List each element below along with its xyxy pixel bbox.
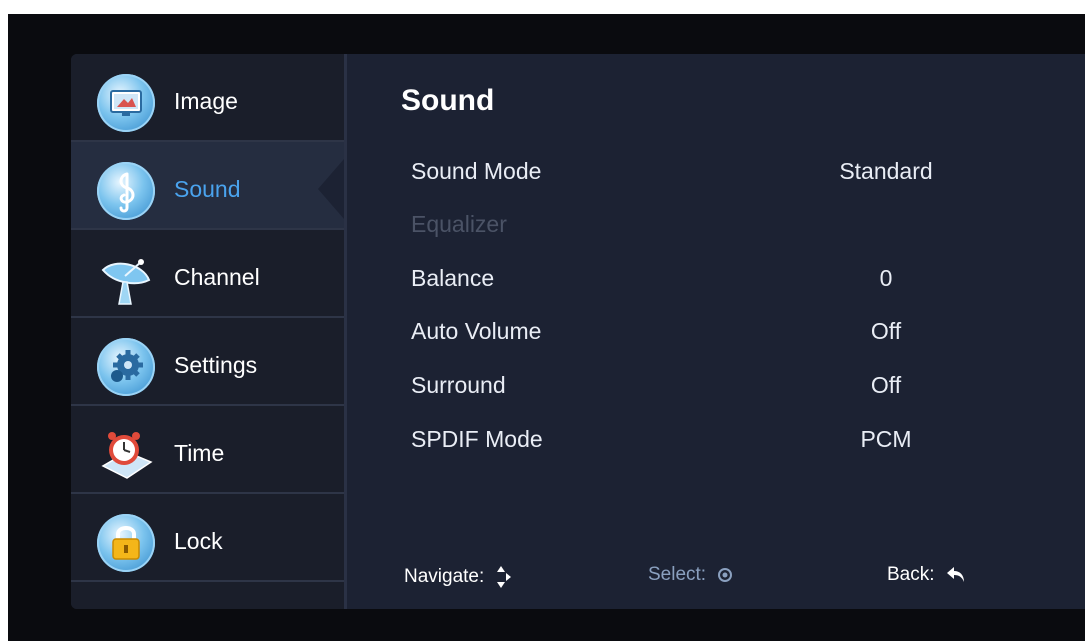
setting-row-equalizer: Equalizer: [411, 203, 1011, 247]
active-item-pointer: [318, 159, 344, 219]
setting-value: 0: [879, 265, 893, 291]
setting-value: Standard: [839, 158, 933, 184]
tv-screen: Image Sound Channel Settings Time Lock S…: [8, 14, 1085, 641]
navigate-hint-label: Navigate:: [404, 566, 485, 588]
sidebar-item-label: Settings: [174, 352, 258, 378]
ok-button-icon: [718, 567, 733, 582]
satellite-dish-icon: [97, 250, 155, 308]
sidebar-item-lock[interactable]: Lock: [71, 494, 344, 582]
footer-hints: Navigate: Select: Back:: [404, 562, 1044, 592]
settings-menu: Image Sound Channel Settings Time Lock S…: [71, 54, 1085, 609]
sidebar-item-sound[interactable]: Sound: [71, 142, 344, 230]
sidebar-item-label: Time: [174, 440, 225, 466]
setting-row-sound-mode[interactable]: Sound Mode Standard: [411, 150, 1011, 194]
page-title: Sound: [401, 84, 495, 117]
setting-label: Auto Volume: [411, 318, 542, 344]
setting-row-surround[interactable]: Surround Off: [411, 364, 1011, 408]
setting-label: Surround: [411, 372, 506, 398]
setting-value: Off: [870, 318, 902, 344]
back-hint-label: Back:: [887, 564, 935, 585]
alarm-clock-icon: [97, 426, 155, 484]
sidebar-item-time[interactable]: Time: [71, 406, 344, 494]
navigate-hint: Navigate:: [404, 564, 512, 590]
sidebar: Image Sound Channel Settings Time Lock: [71, 54, 344, 609]
setting-row-balance[interactable]: Balance 0: [411, 257, 1011, 301]
sidebar-item-channel[interactable]: Channel: [71, 230, 344, 318]
back-hint: Back:: [887, 564, 966, 586]
setting-label: Balance: [411, 265, 495, 291]
setting-label: Sound Mode: [411, 158, 542, 184]
tv-icon: [97, 74, 155, 132]
sidebar-item-label: Channel: [174, 264, 260, 290]
sidebar-item-label: Lock: [174, 528, 223, 554]
music-note-icon: [97, 162, 155, 220]
sidebar-item-image[interactable]: Image: [71, 54, 344, 142]
setting-row-auto-volume[interactable]: Auto Volume Off: [411, 310, 1011, 354]
lock-icon: [97, 514, 155, 572]
setting-label: SPDIF Mode: [411, 426, 543, 452]
sidebar-item-settings[interactable]: Settings: [71, 318, 344, 406]
select-hint: Select:: [648, 564, 733, 586]
back-arrow-icon: [946, 566, 964, 582]
navigate-arrows-icon: [496, 566, 511, 588]
gear-icon: [97, 338, 155, 396]
sidebar-divider: [344, 54, 347, 609]
setting-row-spdif-mode[interactable]: SPDIF Mode PCM: [411, 418, 1011, 462]
select-hint-label: Select:: [648, 564, 707, 585]
setting-label: Equalizer: [411, 211, 507, 237]
setting-value: PCM: [860, 426, 912, 452]
sidebar-item-label: Image: [174, 88, 238, 114]
setting-value: Off: [870, 372, 902, 398]
sidebar-item-label: Sound: [174, 176, 241, 202]
